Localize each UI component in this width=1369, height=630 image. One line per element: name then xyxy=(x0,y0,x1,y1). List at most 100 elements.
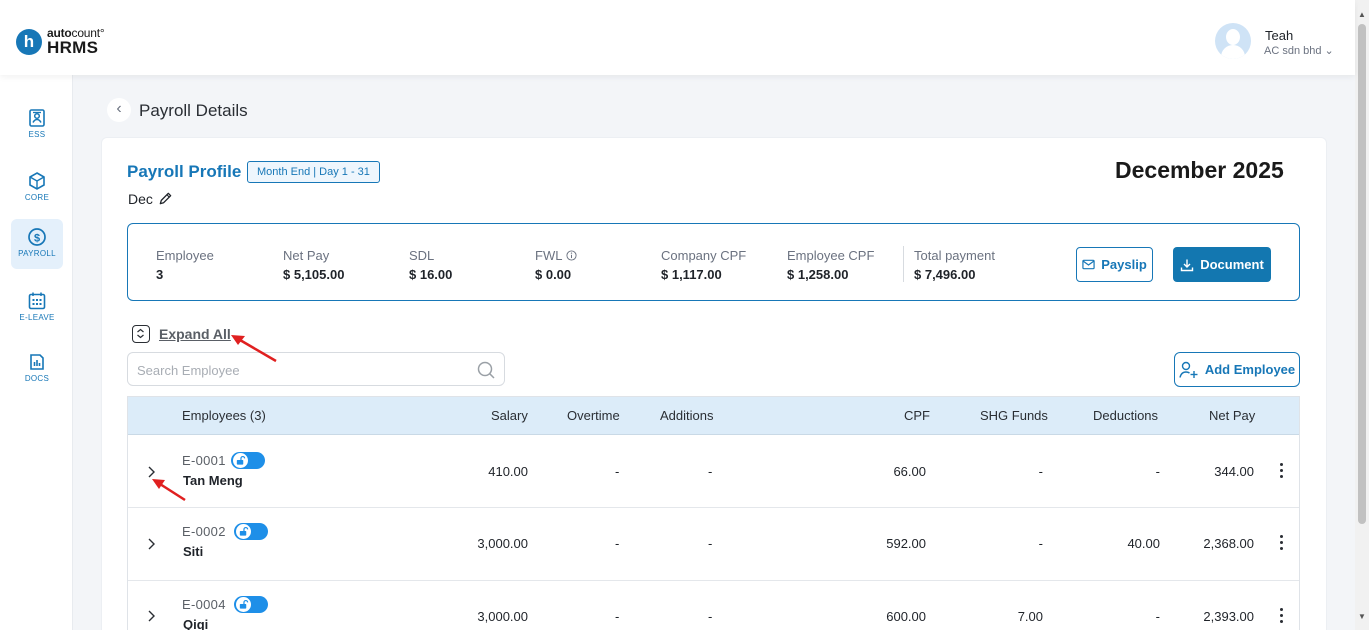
sidebar-item-ess[interactable]: ESS xyxy=(11,100,63,150)
row-menu-icon[interactable] xyxy=(1278,535,1284,553)
mail-icon xyxy=(1082,259,1095,270)
add-employee-button[interactable]: Add Employee xyxy=(1174,352,1300,387)
employee-code: E-0002 xyxy=(182,524,226,539)
shg-cell: - xyxy=(1038,464,1043,479)
payroll-profile-title[interactable]: Payroll Profile xyxy=(127,162,241,182)
scroll-up-icon[interactable]: ▲ xyxy=(1358,10,1366,19)
payslip-label: Payslip xyxy=(1101,257,1147,272)
page-title: Payroll Details xyxy=(139,101,248,120)
payroll-icon: $ xyxy=(28,228,46,246)
search-input[interactable] xyxy=(137,360,457,380)
add-user-icon xyxy=(1179,361,1198,378)
chevron-left-icon: ‹ xyxy=(116,100,122,117)
salary-cell: 3,000.00 xyxy=(477,536,528,551)
payroll-summary: Employee 3 Net Pay $ 5,105.00 SDL $ 16.0… xyxy=(127,223,1300,301)
expand-all-link[interactable]: Expand All xyxy=(159,326,231,342)
unlock-icon xyxy=(236,524,251,539)
summary-label: Employee CPF xyxy=(787,248,875,263)
employee-name[interactable]: Siti xyxy=(183,544,203,559)
sidebar-item-docs[interactable]: DOCS xyxy=(11,344,63,394)
lock-toggle[interactable] xyxy=(234,523,268,540)
sidebar-item-core[interactable]: CORE xyxy=(11,163,63,213)
header-employees: Employees (3) xyxy=(182,408,266,423)
additions-cell: - xyxy=(708,609,713,624)
row-menu-icon[interactable] xyxy=(1278,463,1284,481)
summary-fwl: FWL $ 0.00 xyxy=(535,248,577,282)
table-row[interactable]: E-0001 Tan Meng 410.00 - - 66.00 - - 344… xyxy=(128,435,1299,508)
deductions-cell: - xyxy=(1155,609,1160,624)
ess-icon xyxy=(29,109,45,127)
top-header: h autocount° HRMS Teah AC sdn bhd ⌄ xyxy=(0,0,1355,75)
brand-logo-icon[interactable]: h xyxy=(16,29,42,55)
document-button[interactable]: Document xyxy=(1173,247,1271,282)
net-pay-cell: 2,368.00 xyxy=(1203,536,1254,551)
info-icon[interactable] xyxy=(566,250,577,261)
summary-net-pay: Net Pay $ 5,105.00 xyxy=(283,248,344,282)
sidebar-item-eleave[interactable]: E-LEAVE xyxy=(11,283,63,333)
scroll-down-icon[interactable]: ▼ xyxy=(1358,612,1366,621)
table-row[interactable]: E-0004 Qiqi 3,000.00 - - 600.00 7.00 - 2… xyxy=(128,581,1299,630)
payroll-month-title: December 2025 xyxy=(1115,157,1284,183)
unlock-icon xyxy=(236,597,251,612)
docs-icon xyxy=(30,354,44,370)
chevron-right-icon[interactable] xyxy=(146,537,156,551)
employee-name[interactable]: Qiqi xyxy=(183,617,208,630)
additions-cell: - xyxy=(708,536,713,551)
employee-search[interactable] xyxy=(127,352,505,386)
chevron-right-icon[interactable] xyxy=(146,609,156,623)
header-shg-funds: SHG Funds xyxy=(980,408,1048,423)
svg-text:$: $ xyxy=(34,232,40,244)
chevron-right-icon[interactable] xyxy=(146,465,156,479)
summary-sdl: SDL $ 16.00 xyxy=(409,248,452,282)
employee-table: Employees (3) Salary Overtime Additions … xyxy=(127,396,1300,630)
lock-toggle[interactable] xyxy=(231,452,265,469)
cpf-cell: 66.00 xyxy=(893,464,926,479)
user-avatar[interactable] xyxy=(1215,23,1251,59)
employee-code: E-0001 xyxy=(182,453,226,468)
profile-period-badge: Month End | Day 1 - 31 xyxy=(247,161,380,183)
sidebar-item-label: PAYROLL xyxy=(18,249,56,258)
summary-employee: Employee 3 xyxy=(156,248,214,282)
back-button[interactable]: ‹ xyxy=(107,98,131,122)
sidebar-item-payroll[interactable]: $ PAYROLL xyxy=(11,219,63,269)
table-row[interactable]: E-0002 Siti 3,000.00 - - 592.00 - 40.00 … xyxy=(128,508,1299,581)
company-selector[interactable]: AC sdn bhd ⌄ xyxy=(1264,44,1334,57)
cpf-cell: 600.00 xyxy=(886,609,926,624)
lock-toggle[interactable] xyxy=(234,596,268,613)
core-icon xyxy=(29,172,45,190)
employee-name[interactable]: Tan Meng xyxy=(183,473,243,488)
page-scrollbar[interactable]: ▲ ▼ xyxy=(1355,0,1369,630)
employee-code: E-0004 xyxy=(182,597,226,612)
additions-cell: - xyxy=(708,464,713,479)
summary-label: Total payment xyxy=(914,248,995,263)
search-icon[interactable] xyxy=(476,360,496,380)
summary-value: 3 xyxy=(156,267,164,282)
download-icon xyxy=(1181,259,1194,271)
summary-value: $ 1,258.00 xyxy=(787,267,849,282)
summary-value: $ 7,496.00 xyxy=(914,267,976,282)
sidebar-item-label: ESS xyxy=(28,130,46,139)
deductions-cell: 40.00 xyxy=(1127,536,1160,551)
header-additions: Additions xyxy=(660,408,714,423)
summary-label: Company CPF xyxy=(661,248,747,263)
overtime-cell: - xyxy=(615,536,620,551)
scrollbar-thumb[interactable] xyxy=(1358,24,1366,524)
document-label: Document xyxy=(1200,257,1264,272)
add-employee-label: Add Employee xyxy=(1204,362,1296,377)
summary-label: Net Pay xyxy=(283,248,330,263)
unlock-icon xyxy=(233,453,248,468)
summary-value: $ 1,117.00 xyxy=(661,267,722,282)
period-name: Dec xyxy=(128,191,153,207)
header-cpf: CPF xyxy=(904,408,930,423)
cpf-cell: 592.00 xyxy=(886,536,926,551)
payslip-button[interactable]: Payslip xyxy=(1076,247,1153,282)
expand-collapse-icon[interactable] xyxy=(132,325,150,343)
user-name[interactable]: Teah xyxy=(1265,28,1293,43)
row-menu-icon[interactable] xyxy=(1278,608,1284,626)
edit-pencil-icon[interactable] xyxy=(158,191,173,206)
calendar-icon xyxy=(28,292,46,310)
overtime-cell: - xyxy=(615,464,620,479)
summary-value: $ 16.00 xyxy=(409,267,453,282)
net-pay-cell: 344.00 xyxy=(1214,464,1254,479)
shg-cell: 7.00 xyxy=(1017,609,1043,624)
